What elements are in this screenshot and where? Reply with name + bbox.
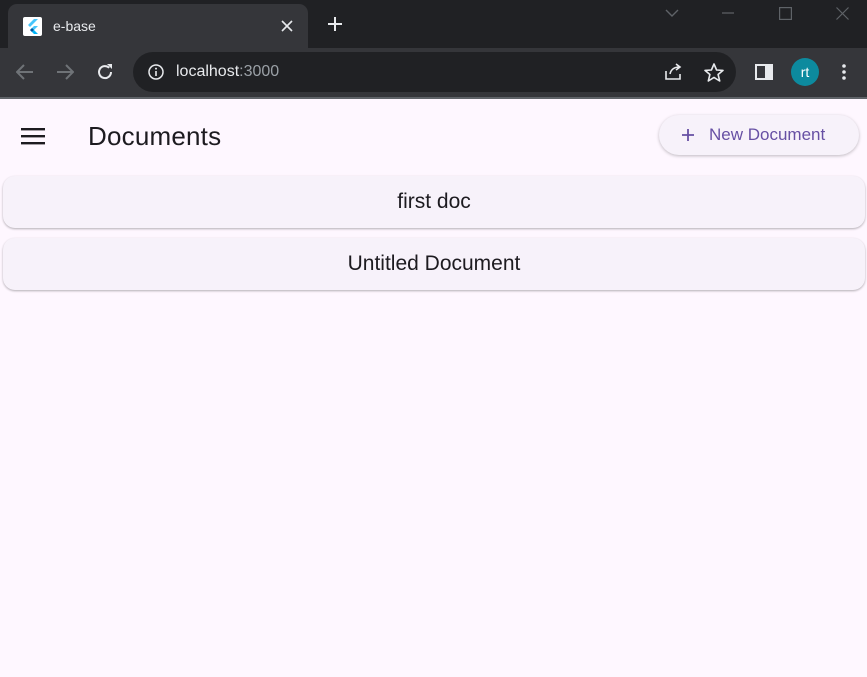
profile-avatar[interactable]: rt xyxy=(791,58,819,86)
forward-arrow-icon[interactable] xyxy=(49,56,81,88)
browser-tab[interactable]: e-base xyxy=(8,4,308,48)
new-tab-icon[interactable] xyxy=(321,10,349,38)
tab-close-icon[interactable] xyxy=(273,12,301,40)
tab-search-icon[interactable] xyxy=(652,0,692,26)
maximize-icon[interactable] xyxy=(765,0,805,26)
document-card[interactable]: first doc xyxy=(3,176,865,228)
page-title: Documents xyxy=(88,121,222,151)
url-host: localhost xyxy=(176,63,240,80)
star-icon[interactable] xyxy=(702,60,726,84)
side-panel-icon[interactable] xyxy=(748,56,780,88)
url-port: :3000 xyxy=(239,63,280,80)
back-arrow-icon[interactable] xyxy=(9,56,41,88)
document-list: first doc Untitled Document xyxy=(0,173,867,290)
address-bar[interactable]: localhost:3000 xyxy=(133,52,736,92)
tab-title: e-base xyxy=(53,18,96,34)
new-document-label: New Document xyxy=(709,125,826,144)
new-document-button[interactable]: New Document xyxy=(659,115,859,155)
info-icon[interactable] xyxy=(146,62,166,82)
browser-toolbar: localhost:3000 xyxy=(0,48,867,97)
plus-icon xyxy=(682,129,694,141)
minimize-icon[interactable] xyxy=(708,0,748,26)
document-card[interactable]: Untitled Document xyxy=(3,238,865,290)
reload-icon[interactable] xyxy=(89,56,121,88)
share-icon[interactable] xyxy=(662,60,686,84)
url-text[interactable]: localhost:3000 xyxy=(176,63,736,81)
close-window-icon[interactable] xyxy=(822,0,862,26)
hamburger-menu-icon[interactable] xyxy=(14,117,52,155)
app-bar: Documents New Document xyxy=(0,99,867,173)
browser-titlebar: e-base xyxy=(0,0,867,48)
flutter-icon xyxy=(23,16,42,36)
kebab-menu-icon[interactable] xyxy=(828,56,860,88)
